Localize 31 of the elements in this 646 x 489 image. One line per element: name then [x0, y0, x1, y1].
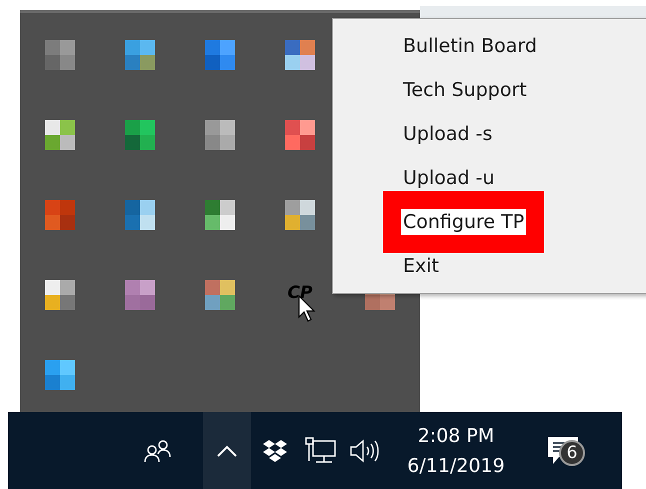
speaker-icon[interactable] — [349, 438, 381, 464]
app-icon[interactable] — [45, 40, 75, 70]
app-icon[interactable] — [285, 40, 315, 70]
app-icon[interactable] — [285, 120, 315, 150]
menu-item[interactable]: Exit — [403, 255, 439, 277]
app-icon[interactable] — [205, 200, 235, 230]
app-icon[interactable] — [205, 280, 235, 310]
app-icon[interactable] — [45, 360, 75, 390]
network-icon[interactable] — [305, 436, 337, 464]
app-icon[interactable] — [285, 200, 315, 230]
clock-date: 6/11/2019 — [407, 454, 505, 478]
notification-count: 6 — [559, 440, 585, 466]
menu-item[interactable]: Bulletin Board — [403, 35, 537, 57]
app-icon[interactable] — [45, 200, 75, 230]
clock-time: 2:08 PM — [418, 424, 494, 448]
people-icon[interactable] — [144, 438, 172, 462]
app-icon[interactable] — [45, 280, 75, 310]
app-icon[interactable] — [205, 40, 235, 70]
menu-item[interactable]: Upload -u — [403, 167, 495, 189]
app-icon[interactable] — [45, 120, 75, 150]
dropbox-icon[interactable] — [262, 438, 288, 462]
app-icon[interactable] — [125, 280, 155, 310]
menu-item[interactable]: Configure TP — [403, 211, 524, 233]
caret-icon — [217, 444, 237, 456]
action-center-button[interactable]: 6 — [533, 412, 593, 489]
app-icon[interactable] — [125, 120, 155, 150]
app-icon[interactable] — [125, 200, 155, 230]
app-icon[interactable] — [205, 120, 235, 150]
menu-item[interactable]: Tech Support — [403, 79, 527, 101]
app-icon[interactable] — [125, 40, 155, 70]
menu-item[interactable]: Upload -s — [403, 123, 492, 145]
